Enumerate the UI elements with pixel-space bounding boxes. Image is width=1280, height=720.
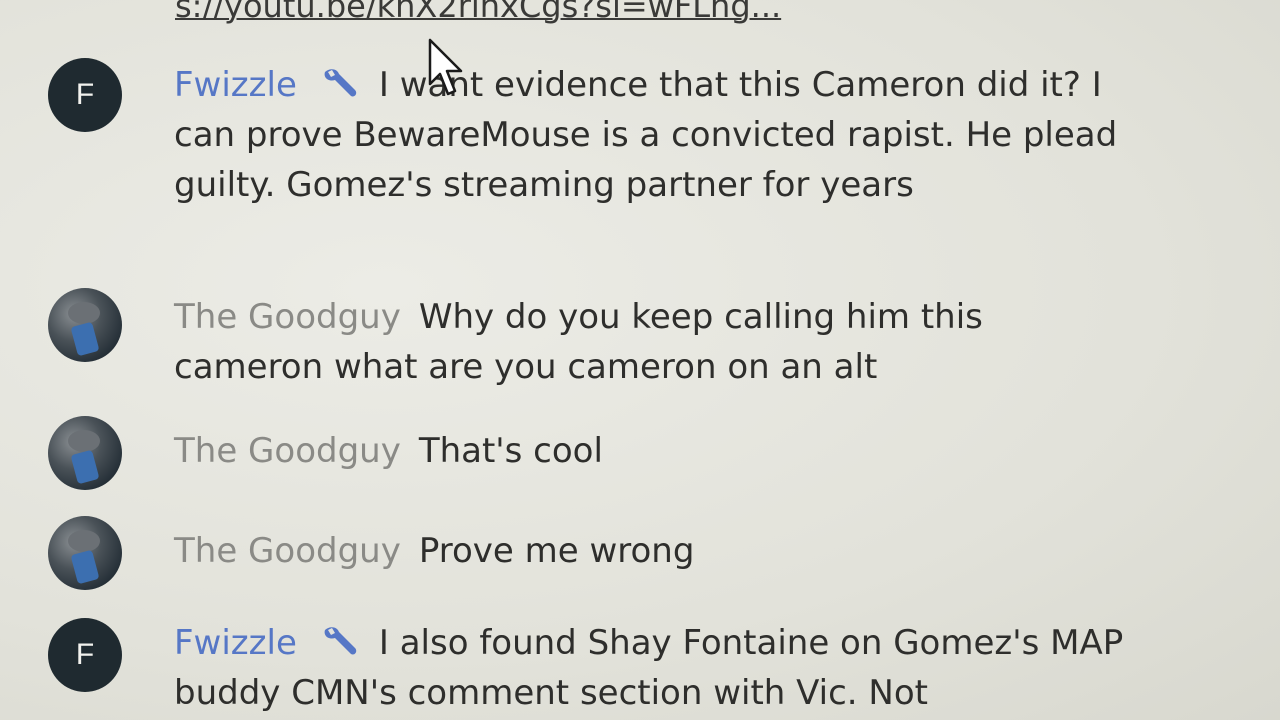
- wrench-icon: [324, 627, 357, 655]
- message-body: The Goodguy That's cool: [174, 426, 1134, 476]
- message-body: Fwizzle I also found Shay Fontaine on Gom…: [174, 618, 1134, 718]
- author-name[interactable]: Fwizzle: [174, 623, 297, 663]
- author-name[interactable]: Fwizzle: [174, 65, 297, 105]
- message-body: The Goodguy Why do you keep calling him t…: [174, 292, 1134, 392]
- wrench-icon: [324, 69, 357, 97]
- message-body: Fwizzle I want evidence that this Cameron…: [174, 60, 1134, 210]
- avatar[interactable]: F: [48, 58, 122, 132]
- avatar[interactable]: F: [48, 618, 122, 692]
- avatar[interactable]: [48, 416, 122, 490]
- message-body: The Goodguy Prove me wrong: [174, 526, 1134, 576]
- message-text: I also found Shay Fontaine on Gomez's MA…: [174, 623, 1124, 713]
- mouse-cursor-icon: [428, 38, 463, 96]
- avatar-letter: F: [75, 78, 95, 111]
- avatar-letter: F: [75, 638, 95, 671]
- avatar[interactable]: [48, 516, 122, 590]
- author-name[interactable]: The Goodguy: [174, 297, 401, 337]
- message-link[interactable]: s://youtu.be/khX2rihxCgs?si=wFLng...: [175, 0, 781, 26]
- author-name[interactable]: The Goodguy: [174, 431, 401, 471]
- message-text: Prove me wrong: [418, 531, 695, 571]
- live-chat-panel: s://youtu.be/khX2rihxCgs?si=wFLng... F F…: [0, 0, 1280, 720]
- message-text: I want evidence that this Cameron did it…: [174, 65, 1118, 205]
- message-text: That's cool: [418, 431, 603, 471]
- avatar[interactable]: [48, 288, 122, 362]
- author-name[interactable]: The Goodguy: [174, 531, 401, 571]
